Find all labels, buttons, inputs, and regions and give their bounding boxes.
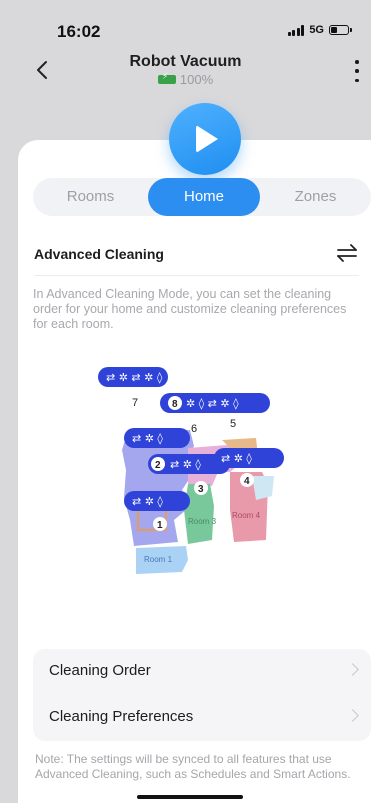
chevron-right-icon	[346, 663, 359, 676]
cleaning-preferences-label: Cleaning Preferences	[49, 708, 194, 725]
network-type: 5G	[309, 24, 324, 36]
cleaning-order-item[interactable]: Cleaning Order	[33, 649, 371, 695]
room-4-label: Room 4	[232, 511, 261, 520]
room-number-4: 4	[244, 476, 250, 487]
room-7-settings-chip: ⇄ ✲ ⇄ ✲ ◊	[98, 367, 168, 387]
phone-battery-icon	[329, 25, 352, 35]
battery-percentage: 100%	[179, 72, 214, 87]
room-number-3: 3	[198, 484, 204, 495]
settings-list: Cleaning Order Cleaning Preferences	[33, 649, 371, 741]
room-badge-7: 7	[132, 397, 138, 409]
home-indicator	[137, 795, 243, 799]
room-3-label: Room 3	[188, 517, 217, 526]
room-badge-4: 4	[240, 473, 254, 487]
start-cleaning-button[interactable]	[169, 103, 241, 175]
room-badge-1: 1	[153, 517, 167, 531]
status-bar: 16:02 5G	[0, 0, 371, 50]
room-number-2: 2	[155, 460, 161, 471]
more-options-button[interactable]	[351, 60, 363, 82]
room-number-8: 8	[172, 399, 178, 410]
room-6-settings-chip: ⇄ ✲ ◊	[124, 428, 190, 448]
play-icon	[196, 125, 218, 153]
mode-tabs: Rooms Home Zones	[33, 178, 371, 216]
cleaning-preferences-item[interactable]: Cleaning Preferences	[33, 695, 371, 741]
advanced-cleaning-description: In Advanced Cleaning Mode, you can set t…	[33, 287, 347, 331]
room-1-settings-chip: ⇄ ✲ ◊	[124, 491, 190, 511]
cleaning-order-label: Cleaning Order	[49, 662, 151, 679]
section-title: Advanced Cleaning	[34, 246, 164, 262]
signal-icon	[287, 24, 305, 36]
room-number-6: 6	[191, 423, 197, 435]
room-1-label: Room 1	[144, 555, 173, 564]
status-indicators: 5G	[287, 24, 352, 36]
robot-battery-status: 100%	[0, 72, 371, 87]
charging-battery-icon	[157, 72, 176, 84]
tab-home[interactable]: Home	[148, 178, 260, 216]
swap-arrows-icon	[337, 244, 357, 262]
svg-text:⇄ ✲ ◊: ⇄ ✲ ◊	[132, 432, 163, 445]
room-number-5: 5	[230, 418, 236, 430]
map-canvas: Room 3 Room 4 Room 1 ⇄ ✲ ⇄ ✲ ◊ 8 ✲ ◊ ⇄ ✲…	[98, 367, 284, 574]
room-badge-3: 3	[194, 481, 208, 495]
room-4-settings-chip: ⇄ ✲ ◊	[214, 448, 284, 468]
advanced-cleaning-header: Advanced Cleaning	[34, 243, 359, 276]
switch-mode-button[interactable]	[335, 243, 359, 263]
svg-text:⇄ ✲ ◊: ⇄ ✲ ◊	[132, 495, 163, 508]
tab-rooms[interactable]: Rooms	[33, 178, 148, 216]
room-number-1: 1	[157, 520, 163, 531]
svg-text:✲ ◊ ⇄ ✲ ◊: ✲ ◊ ⇄ ✲ ◊	[186, 397, 239, 410]
room-badge-5: 5	[230, 418, 236, 430]
page-title: Robot Vacuum	[129, 53, 242, 70]
status-time: 16:02	[57, 22, 101, 41]
more-vertical-icon	[355, 60, 359, 64]
room-badge-6: 6	[191, 423, 197, 435]
svg-text:⇄ ✲ ◊: ⇄ ✲ ◊	[170, 458, 201, 471]
chevron-right-icon	[346, 709, 359, 722]
home-map[interactable]: Room 3 Room 4 Room 1 ⇄ ✲ ⇄ ✲ ◊ 8 ✲ ◊ ⇄ ✲…	[90, 360, 300, 590]
app-header: Robot Vacuum 100%	[0, 50, 371, 110]
tab-zones[interactable]: Zones	[260, 178, 371, 216]
svg-text:⇄ ✲ ⇄ ✲ ◊: ⇄ ✲ ⇄ ✲ ◊	[106, 371, 163, 384]
sync-note: Note: The settings will be synced to all…	[35, 752, 351, 781]
svg-text:⇄ ✲ ◊: ⇄ ✲ ◊	[221, 452, 252, 465]
room-number-7: 7	[132, 397, 138, 409]
room-8-settings-chip: 8 ✲ ◊ ⇄ ✲ ◊	[160, 393, 270, 413]
